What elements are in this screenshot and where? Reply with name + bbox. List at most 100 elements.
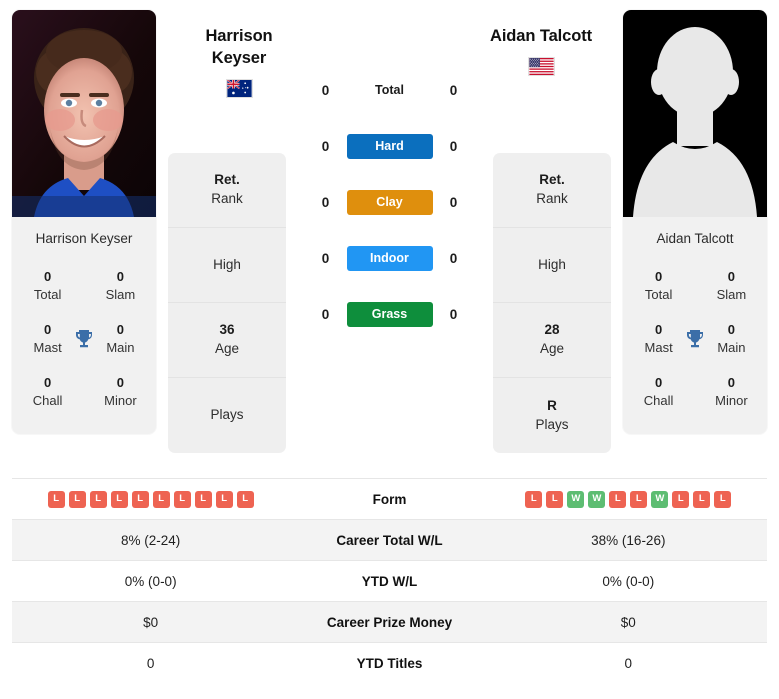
stat-minor: 0 Minor: [708, 374, 755, 409]
left-ytd-wl: 0% (0-0): [124, 573, 177, 589]
stat-minor-label: Minor: [715, 392, 748, 408]
trophy-icon: [682, 326, 708, 352]
left-info-age-label: Age: [214, 341, 240, 356]
right-ytd-titles: 0: [624, 655, 633, 671]
stat-total: 0 Total: [24, 268, 71, 303]
form-badge-loss[interactable]: L: [609, 490, 627, 508]
form-badge-loss[interactable]: L: [525, 490, 543, 508]
right-ytd-wl: 0% (0-0): [602, 573, 655, 589]
stat-total-value: 0: [654, 269, 663, 284]
stat-mast-value: 0: [654, 322, 663, 338]
form-badge-loss[interactable]: L: [89, 490, 107, 508]
table-row: 8% (2-24) Career Total W/L 38% (16-26): [12, 519, 767, 561]
left-info-rank: Ret. Rank: [168, 153, 286, 228]
titles-row-mast-main: 0 Mast 0 Main: [12, 312, 156, 365]
table-row: $0 Career Prize Money $0: [12, 601, 767, 643]
left-info-rank-label: Rank: [211, 191, 243, 206]
stat-slam-label: Slam: [105, 286, 136, 302]
left-info-age-value: 36: [219, 322, 235, 338]
left-grass-wins: 0: [321, 306, 330, 322]
left-hard-wins: 0: [321, 138, 330, 154]
stat-main-value: 0: [727, 322, 736, 338]
left-player-name-line2: Keyser: [211, 48, 267, 67]
titles-row-total-slam: 0 Total 0 Slam: [623, 259, 767, 312]
form-badge-win[interactable]: W: [588, 490, 606, 508]
stat-chall: 0 Chall: [24, 374, 71, 409]
surface-wins-column: 0 Total 0 0 Hard 0 0 Clay 0 0 Indoor 0 0: [286, 10, 493, 342]
left-clay-wins: 0: [321, 194, 330, 210]
form-badge-loss[interactable]: L: [546, 490, 564, 508]
surface-label-clay: Clay: [346, 189, 433, 215]
form-badge-win[interactable]: W: [651, 490, 669, 508]
left-info-high-label: High: [213, 256, 241, 272]
stat-slam-value: 0: [116, 269, 125, 284]
right-grass-wins: 0: [449, 306, 458, 322]
form-badge-loss[interactable]: L: [194, 490, 212, 508]
titles-row-total-slam: 0 Total 0 Slam: [12, 259, 156, 312]
form-badge-loss[interactable]: L: [630, 490, 648, 508]
comparison-header: Harrison Keyser 0 Total 0 Slam 0 Mast 0 …: [0, 0, 779, 470]
surface-row-indoor: 0 Indoor 0: [286, 230, 493, 286]
trophy-spacer: [682, 379, 708, 405]
form-badge-loss[interactable]: L: [152, 490, 170, 508]
player-comparison-page: Harrison Keyser Aidan Talcott Harrison K…: [0, 0, 779, 699]
left-player-card[interactable]: Harrison Keyser 0 Total 0 Slam 0 Mast 0 …: [0, 10, 168, 435]
right-form-badges: LLWWLLWLLL: [490, 490, 767, 508]
left-info-high: High: [168, 228, 286, 303]
left-form-cell: LLLLLLLLLL: [12, 479, 289, 520]
right-player-photo: [623, 10, 767, 217]
right-player-card[interactable]: Aidan Talcott 0 Total 0 Slam 0 Mast 0 Ma…: [611, 10, 779, 435]
form-badge-loss[interactable]: L: [110, 490, 128, 508]
form-badge-win[interactable]: W: [567, 490, 585, 508]
left-player-photo-card[interactable]: Harrison Keyser 0 Total 0 Slam 0 Mast 0 …: [12, 10, 156, 435]
stat-main: 0 Main: [97, 321, 144, 356]
left-career-prize-money: $0: [143, 614, 159, 630]
stat-total: 0 Total: [635, 268, 682, 303]
form-badge-loss[interactable]: L: [693, 490, 711, 508]
row-label-career-prize-money: Career Prize Money: [326, 614, 453, 630]
surface-label-indoor: Indoor: [346, 245, 433, 271]
form-badge-loss[interactable]: L: [236, 490, 254, 508]
row-label-ytd-titles: YTD Titles: [356, 655, 423, 671]
right-info-high-label: High: [538, 256, 566, 272]
form-badge-loss[interactable]: L: [68, 490, 86, 508]
flag-usa-icon: [527, 56, 555, 76]
right-clay-wins: 0: [449, 194, 458, 210]
right-player-photo-card[interactable]: Aidan Talcott 0 Total 0 Slam 0 Mast 0 Ma…: [623, 10, 767, 435]
left-info-plays-label: Plays: [210, 407, 244, 423]
left-form-badges: LLLLLLLLLL: [12, 490, 289, 508]
form-badge-loss[interactable]: L: [47, 490, 65, 508]
stat-mast: 0 Mast: [635, 321, 682, 356]
left-indoor-wins: 0: [321, 250, 330, 266]
stat-main-label: Main: [106, 339, 135, 355]
table-row: 0 YTD Titles 0: [12, 642, 767, 684]
left-total-wins: 0: [321, 82, 330, 98]
left-ytd-titles: 0: [146, 655, 155, 671]
stat-main-label: Main: [717, 339, 746, 355]
titles-row-chall-minor: 0 Chall 0 Minor: [623, 365, 767, 418]
form-badge-loss[interactable]: L: [173, 490, 191, 508]
trophy-spacer: [71, 273, 97, 299]
trophy-spacer: [71, 379, 97, 405]
form-badge-loss[interactable]: L: [714, 490, 732, 508]
row-label-career-total-wl: Career Total W/L: [336, 532, 443, 548]
form-badge-loss[interactable]: L: [131, 490, 149, 508]
stat-chall: 0 Chall: [635, 374, 682, 409]
stat-slam: 0 Slam: [97, 268, 144, 303]
trophy-spacer: [682, 273, 708, 299]
right-player-info-column: Ret. Rank High 28 Age R Plays: [493, 153, 611, 453]
form-badge-loss[interactable]: L: [672, 490, 690, 508]
right-info-rank: Ret. Rank: [493, 153, 611, 228]
stat-total-value: 0: [43, 269, 52, 284]
stat-mast: 0 Mast: [24, 321, 71, 356]
stat-chall-value: 0: [654, 375, 663, 391]
right-player-titles-stats: 0 Total 0 Slam 0 Mast 0 Main 0 Chall 0 M…: [623, 257, 767, 435]
surface-row-hard: 0 Hard 0: [286, 118, 493, 174]
right-info-age-label: Age: [539, 341, 565, 356]
stat-minor: 0 Minor: [97, 374, 144, 409]
form-badge-loss[interactable]: L: [215, 490, 233, 508]
stat-main-value: 0: [116, 322, 125, 338]
stat-mast-label: Mast: [644, 339, 673, 355]
stat-slam-label: Slam: [716, 286, 747, 302]
right-player-photo-caption: Aidan Talcott: [623, 217, 767, 258]
